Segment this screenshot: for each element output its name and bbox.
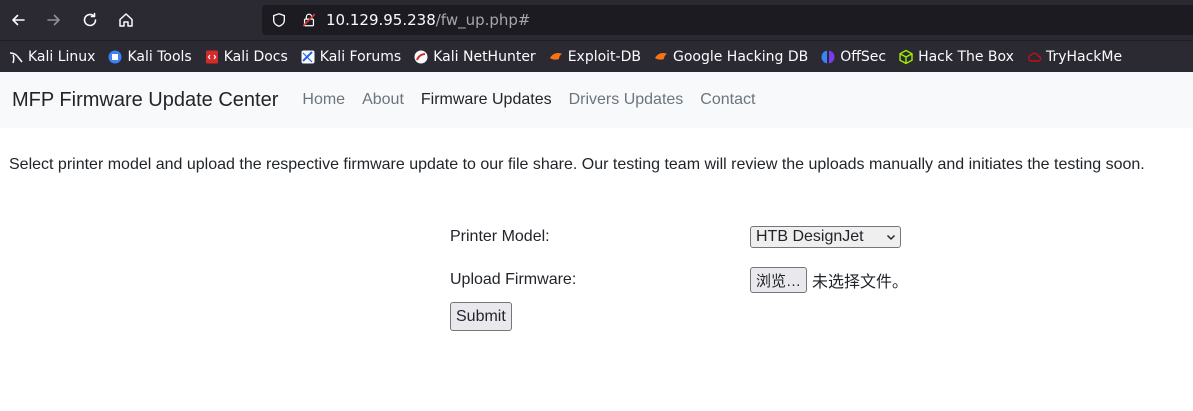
browse-file-button[interactable]: 浏览…	[750, 267, 808, 293]
url-host: 10.129.95.238	[326, 11, 436, 29]
bookmark-label: Kali Tools	[127, 48, 192, 65]
nav-firmware-updates[interactable]: Firmware Updates	[421, 91, 552, 109]
url-bar[interactable]: 10.129.95.238/fw_up.php#	[262, 5, 1193, 35]
arrow-right-icon	[47, 14, 60, 26]
intro-text: Select printer model and upload the resp…	[9, 156, 1145, 173]
printer-model-label: Printer Model:	[450, 228, 550, 245]
url-text[interactable]: 10.129.95.238/fw_up.php#	[326, 11, 531, 29]
nethunter-icon	[413, 49, 429, 65]
bookmark-offsec[interactable]: OffSec	[820, 49, 886, 65]
bookmark-label: Kali Forums	[319, 48, 402, 65]
nav-home[interactable]: Home	[302, 91, 345, 109]
browser-toolbar: 10.129.95.238/fw_up.php#	[0, 0, 1193, 40]
bookmark-label: OffSec	[840, 48, 887, 65]
printer-model-select[interactable]: HTB DesignJet	[750, 226, 901, 248]
printer-model-row: Printer Model: HTB DesignJet	[450, 224, 908, 250]
bookmark-label: Kali Linux	[28, 48, 96, 65]
ghdb-icon	[653, 49, 669, 65]
bookmark-kali-tools[interactable]: Kali Tools	[107, 48, 192, 65]
file-status-text: 未选择文件。	[812, 274, 909, 291]
tryhackme-icon	[1026, 49, 1042, 65]
firmware-upload-form: Printer Model: HTB DesignJet Upload Firm…	[450, 224, 908, 331]
nav-drivers-updates[interactable]: Drivers Updates	[569, 91, 684, 109]
shield-icon[interactable]	[270, 11, 288, 29]
kali-tools-icon	[107, 49, 123, 65]
bookmark-kali-linux[interactable]: Kali Linux	[8, 49, 95, 65]
site-navbar: MFP Firmware Update Center Home About Fi…	[0, 72, 1193, 128]
bookmarks-bar: Kali Linux Kali Tools Kali Docs Kali For…	[0, 40, 1193, 72]
kali-forums-icon	[300, 49, 316, 65]
kali-dragon-icon	[8, 49, 24, 65]
htb-cube-icon	[898, 49, 914, 65]
exploit-db-icon	[548, 49, 564, 65]
forward-button[interactable]	[36, 0, 72, 40]
upload-firmware-label: Upload Firmware:	[450, 271, 577, 288]
home-button[interactable]	[108, 0, 144, 40]
bookmark-exploit-db[interactable]: Exploit-DB	[548, 49, 641, 65]
kali-docs-icon	[204, 49, 220, 65]
bookmark-label: TryHackMe	[1045, 48, 1123, 65]
bookmark-kali-docs[interactable]: Kali Docs	[204, 49, 288, 65]
upload-firmware-row: Upload Firmware: 浏览… 未选择文件。	[450, 267, 908, 293]
site-brand[interactable]: MFP Firmware Update Center	[12, 89, 278, 112]
bookmark-label: Kali Docs	[223, 48, 288, 65]
nav-contact[interactable]: Contact	[700, 91, 755, 109]
bookmark-label: Kali NetHunter	[433, 48, 536, 65]
bookmark-label: Google Hacking DB	[672, 48, 809, 65]
bookmark-label: Hack The Box	[918, 48, 1014, 65]
back-button[interactable]	[0, 0, 36, 40]
printer-model-value: HTB DesignJet	[756, 228, 864, 245]
bookmark-tryhackme[interactable]: TryHackMe	[1026, 49, 1122, 65]
reload-button[interactable]	[72, 0, 108, 40]
home-icon	[119, 13, 133, 27]
page-content: Select printer model and upload the resp…	[0, 156, 1193, 174]
bookmark-label: Exploit-DB	[567, 48, 641, 65]
nav-about[interactable]: About	[362, 91, 404, 109]
offsec-icon	[820, 49, 836, 65]
url-path: /fw_up.php#	[435, 11, 531, 29]
chevron-down-icon	[886, 234, 896, 241]
bookmark-hack-the-box[interactable]: Hack The Box	[898, 49, 1014, 65]
reload-icon	[83, 12, 97, 27]
arrow-left-icon	[12, 14, 25, 26]
bookmark-google-hacking-db[interactable]: Google Hacking DB	[653, 49, 808, 65]
bookmark-kali-nethunter[interactable]: Kali NetHunter	[413, 48, 536, 65]
bookmark-kali-forums[interactable]: Kali Forums	[300, 49, 401, 65]
insecure-lock-icon[interactable]	[300, 11, 318, 29]
submit-button[interactable]: Submit	[450, 302, 512, 331]
